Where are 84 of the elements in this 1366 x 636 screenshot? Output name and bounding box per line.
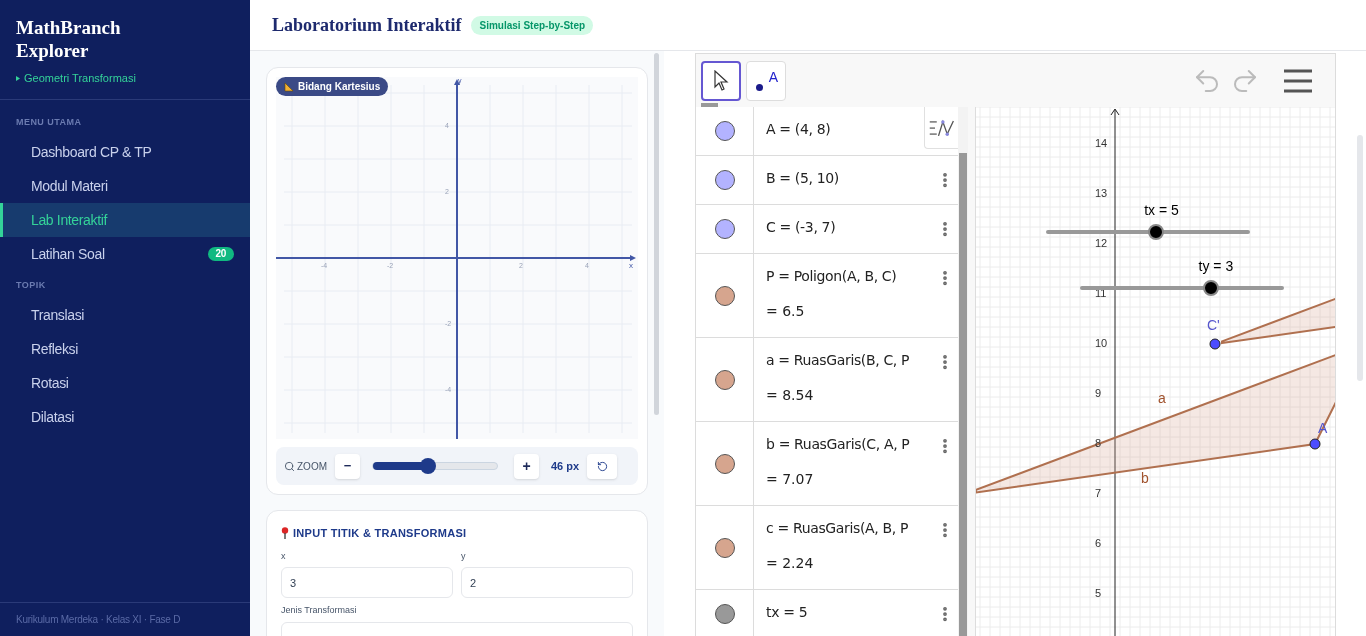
zoom-value: 46 px [551, 458, 580, 474]
zoom-label: ZOOM [297, 459, 327, 474]
algebra-definition: tx = 5 [766, 603, 809, 622]
point-label: C' [1207, 318, 1220, 332]
algebra-row[interactable]: b = RuasGaris(C, A, P = 7.07 [696, 422, 958, 506]
coordinate-input[interactable]: 3 [281, 567, 453, 598]
card-title: INPUT TITIK & TRANSFORMASI [293, 526, 467, 541]
field-label: x [281, 549, 287, 563]
translated-triangle-shape[interactable] [1221, 296, 1335, 345]
nav-item[interactable]: Rotasi [0, 366, 250, 401]
axis-tick-label: 12 [1095, 238, 1108, 249]
algebra-definition: P = Poligon(A, B, C) [766, 267, 898, 286]
point-marker[interactable] [1309, 438, 1321, 450]
nav-item[interactable]: Refleksi [0, 332, 250, 367]
algebra-value: = 2.24 [766, 554, 815, 573]
axis-tick-label: 5 [1095, 588, 1102, 599]
scrollbar-thumb[interactable] [653, 53, 659, 415]
algebra-row[interactable]: C = (-3, 7) [696, 205, 958, 254]
slider-thumb[interactable] [1202, 280, 1219, 296]
slider-track[interactable] [1046, 224, 1250, 240]
algebra-definition: b = RuasGaris(C, A, P [766, 435, 911, 454]
slider-label: ty = 3 [1198, 257, 1234, 276]
nav-item[interactable]: Modul Materi [0, 169, 250, 203]
algebra-definition: c = RuasGaris(A, B, P [766, 519, 910, 538]
section-heading: TOPIK [15, 279, 47, 292]
move-tool-button[interactable] [701, 60, 741, 101]
field-label: y [461, 549, 467, 563]
nav-item[interactable]: Lab Interaktif [0, 203, 250, 237]
algebra-definition: A = (4, 8) [766, 120, 832, 139]
mode-badge: Simulasi Step-by-Step [471, 15, 594, 35]
triangle-icon [16, 75, 20, 81]
scrollbar-thumb[interactable] [959, 153, 967, 636]
slider-label: tx = 5 [1144, 201, 1179, 220]
scrollbar-thumb[interactable] [1357, 135, 1363, 381]
slider-track[interactable] [1080, 280, 1284, 296]
brand-title: MathBranch Explorer [16, 16, 122, 62]
section-heading: MENU UTAMA [15, 115, 83, 129]
axis-tick-label: 14 [1095, 138, 1108, 149]
reset-icon [596, 460, 608, 472]
footer-text: Kurikulum Merdeka · Kelas XI · Fase D [16, 613, 181, 627]
coordinate-input[interactable]: 2 [461, 567, 633, 598]
cursor-icon [713, 69, 729, 92]
algebra-style-button[interactable] [924, 107, 958, 149]
nav-item[interactable]: Latihan Soal 20 [0, 237, 250, 271]
point-tool-button[interactable]: A [746, 60, 786, 101]
page-title: Laboratorium Interaktif [272, 13, 462, 37]
zoom-in-button[interactable]: + [514, 453, 539, 479]
reset-button[interactable] [587, 453, 618, 479]
point-marker[interactable] [1209, 338, 1221, 350]
axis-label: x [629, 260, 633, 272]
algebra-row[interactable]: a = RuasGaris(B, C, P = 8.54 [696, 338, 958, 422]
point-icon [756, 83, 763, 91]
slider-thumb[interactable] [1148, 224, 1165, 240]
nav-item[interactable]: Translasi [0, 298, 250, 333]
menu-icon[interactable] [1284, 68, 1312, 93]
algebra-row[interactable]: B = (5, 10) [696, 156, 958, 205]
segment-label: b [1141, 471, 1149, 485]
algebra-definition: C = (-3, 7) [766, 218, 837, 237]
algebra-row[interactable]: P = Poligon(A, B, C) = 6.5 [696, 254, 958, 338]
algebra-value: = 6.5 [766, 302, 806, 321]
search-icon [284, 460, 295, 472]
algebra-row[interactable]: tx = 5 [696, 590, 958, 636]
algebra-definition: B = (5, 10) [766, 169, 840, 188]
algebra-row[interactable]: A = (4, 8) [696, 107, 958, 156]
pushpin-icon [281, 527, 289, 540]
axis-tick-label: 9 [1095, 388, 1102, 399]
algebra-definition: a = RuasGaris(B, C, P [766, 351, 911, 370]
segment-label: a [1158, 391, 1166, 405]
brand-subtitle: Geometri Transformasi [24, 71, 136, 86]
zoom-out-button[interactable]: − [335, 453, 360, 479]
algebra-value: = 7.07 [766, 470, 815, 489]
plane-label: Bidang Kartesius [276, 77, 389, 96]
nav-item[interactable]: Dashboard CP & TP [0, 135, 250, 169]
zoom-slider-thumb[interactable] [419, 458, 436, 474]
field-label: Jenis Transformasi [281, 604, 358, 617]
axis-tick-label: 10 [1095, 338, 1108, 349]
count-badge: 20 [207, 247, 234, 261]
graph-style-icon [927, 117, 956, 138]
algebra-row[interactable]: c = RuasGaris(A, B, P = 2.24 [696, 506, 958, 590]
nav-item[interactable]: Dilatasi [0, 400, 250, 435]
axis-tick-label: 13 [1095, 188, 1108, 199]
axis-tick-label: 6 [1095, 538, 1102, 549]
axis-tick-label: 7 [1095, 488, 1102, 499]
algebra-value: = 8.54 [766, 386, 815, 405]
